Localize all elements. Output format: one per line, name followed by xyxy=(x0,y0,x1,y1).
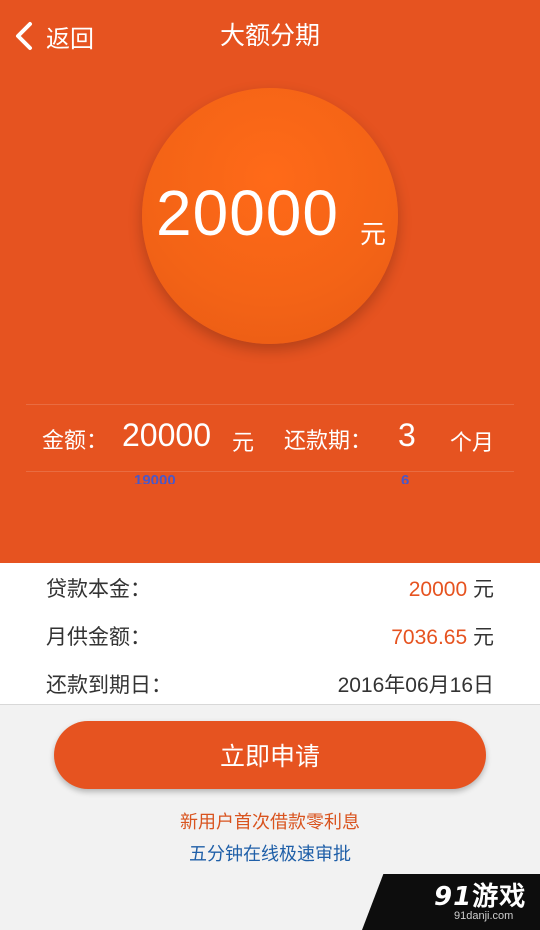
watermark-logo-text: 游戏 xyxy=(472,882,527,912)
loan-selector: 金额： 20000 元 还款期： 3 个月 xyxy=(26,404,514,472)
due-value: 2016年06月16日 xyxy=(337,674,494,697)
principal-row: 贷款本金： 20000 元 xyxy=(0,563,540,611)
amount-unit: 元 xyxy=(232,431,255,456)
principal-label: 贷款本金： xyxy=(46,577,151,601)
monthly-value: 7036.65 元 xyxy=(391,621,494,651)
amount-picker-next[interactable]: 19000 xyxy=(134,470,176,484)
hero-amount: 20000 xyxy=(156,177,339,249)
principal-value: 20000 元 xyxy=(409,573,494,603)
monthly-unit: 元 xyxy=(467,626,494,649)
watermark-logo: 91游戏 xyxy=(434,876,526,913)
due-row: 还款到期日： 2016年06月16日 xyxy=(0,659,540,707)
monthly-number: 7036.65 xyxy=(391,626,468,649)
amount-picker[interactable]: 20000 xyxy=(122,417,211,454)
monthly-row: 月供金额： 7036.65 元 xyxy=(0,611,540,659)
term-picker-next[interactable]: 6 xyxy=(401,470,409,484)
due-label: 还款到期日： xyxy=(46,673,172,697)
monthly-label: 月供金额： xyxy=(46,625,151,649)
promo-approval: 五分钟在线极速审批 xyxy=(189,844,351,865)
principal-unit: 元 xyxy=(467,578,494,601)
principal-number: 20000 xyxy=(408,578,468,601)
term-label: 还款期： xyxy=(284,429,373,454)
watermark: 91游戏 91danji.com xyxy=(362,874,540,930)
amount-label: 金额： xyxy=(42,429,109,454)
term-unit: 个月 xyxy=(450,431,495,456)
nav-bar: 返回 大额分期 xyxy=(0,0,540,70)
term-picker[interactable]: 3 xyxy=(398,417,416,454)
promo-interest: 新用户首次借款零利息 xyxy=(180,812,360,833)
page-title: 大额分期 xyxy=(219,21,320,50)
app-screen: 返回 大额分期 20000 元 金额： 20000 元 还款期： 3 个月 19… xyxy=(0,0,540,930)
hero-unit: 元 xyxy=(360,220,387,250)
watermark-url: 91danji.com xyxy=(454,910,514,922)
hero-panel: 返回 大额分期 20000 元 金额： 20000 元 还款期： 3 个月 19… xyxy=(0,0,540,563)
watermark-logo-number: 91 xyxy=(434,882,473,912)
loan-details: 贷款本金： 20000 元 月供金额： 7036.65 元 还款到期日： 201… xyxy=(0,563,540,705)
amount-circle: 20000 元 xyxy=(142,88,398,344)
apply-button[interactable]: 立即申请 xyxy=(54,721,486,789)
